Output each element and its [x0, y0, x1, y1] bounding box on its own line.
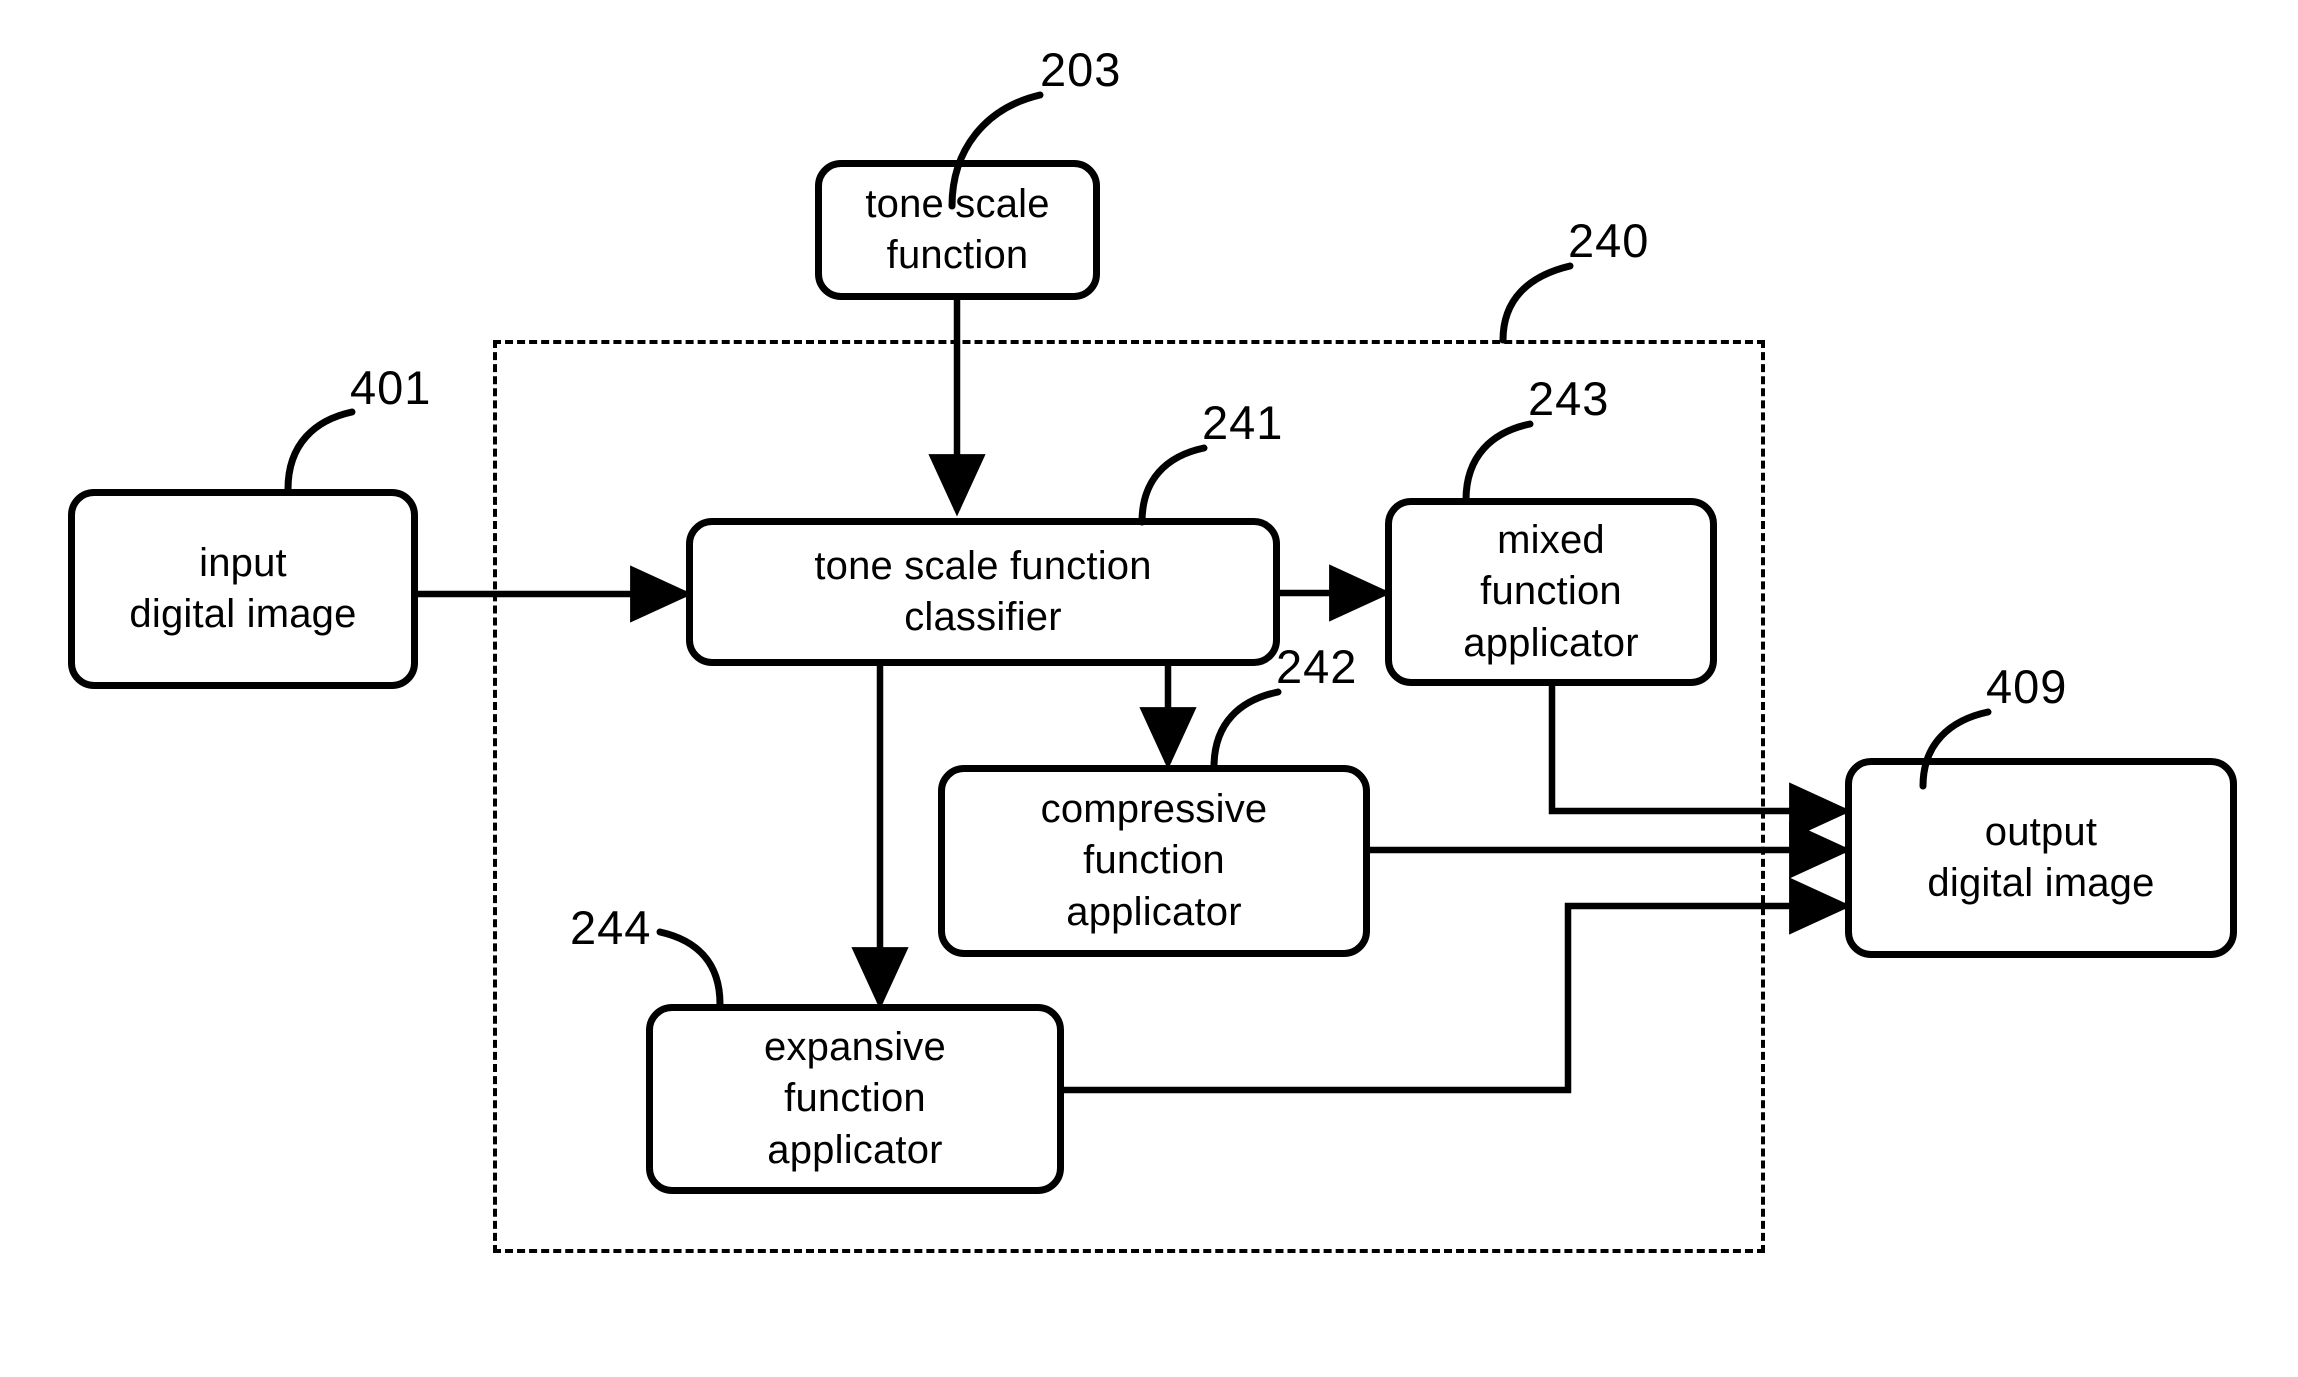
refnum-203: 203: [1040, 43, 1122, 96]
node-output-digital-image-label: output digital image: [1927, 809, 2155, 905]
refnum-241: 241: [1202, 396, 1284, 449]
refnum-243: 243: [1528, 372, 1610, 425]
node-compressive-function-applicator-label: compressive function applicator: [1040, 787, 1268, 934]
node-compressive-function-applicator[interactable]: compressive function applicator: [938, 765, 1370, 957]
node-mixed-function-applicator-label: mixed function applicator: [1463, 518, 1639, 665]
node-tone-scale-function-classifier-label: tone scale function classifier: [814, 543, 1152, 639]
refnum-409: 409: [1986, 660, 2068, 713]
figure-canvas: tone scale function input digital image to…: [0, 0, 2298, 1377]
node-input-digital-image-label: input digital image: [129, 540, 357, 636]
refnum-401: 401: [350, 361, 432, 414]
refnum-244: 244: [570, 901, 652, 954]
refnum-240: 240: [1568, 214, 1650, 267]
node-tone-scale-function-classifier[interactable]: tone scale function classifier: [686, 518, 1280, 666]
leader-240: [1499, 262, 1574, 344]
node-output-digital-image[interactable]: output digital image: [1845, 758, 2237, 958]
node-tone-scale-function-label: tone scale function: [865, 181, 1050, 277]
node-expansive-function-applicator[interactable]: expansive function applicator: [646, 1004, 1064, 1194]
node-mixed-function-applicator[interactable]: mixed function applicator: [1385, 498, 1717, 686]
node-expansive-function-applicator-label: expansive function applicator: [764, 1025, 946, 1172]
refnum-242: 242: [1276, 640, 1358, 693]
node-tone-scale-function[interactable]: tone scale function: [815, 160, 1100, 300]
leader-401: [284, 408, 356, 493]
node-input-digital-image[interactable]: input digital image: [68, 489, 418, 689]
